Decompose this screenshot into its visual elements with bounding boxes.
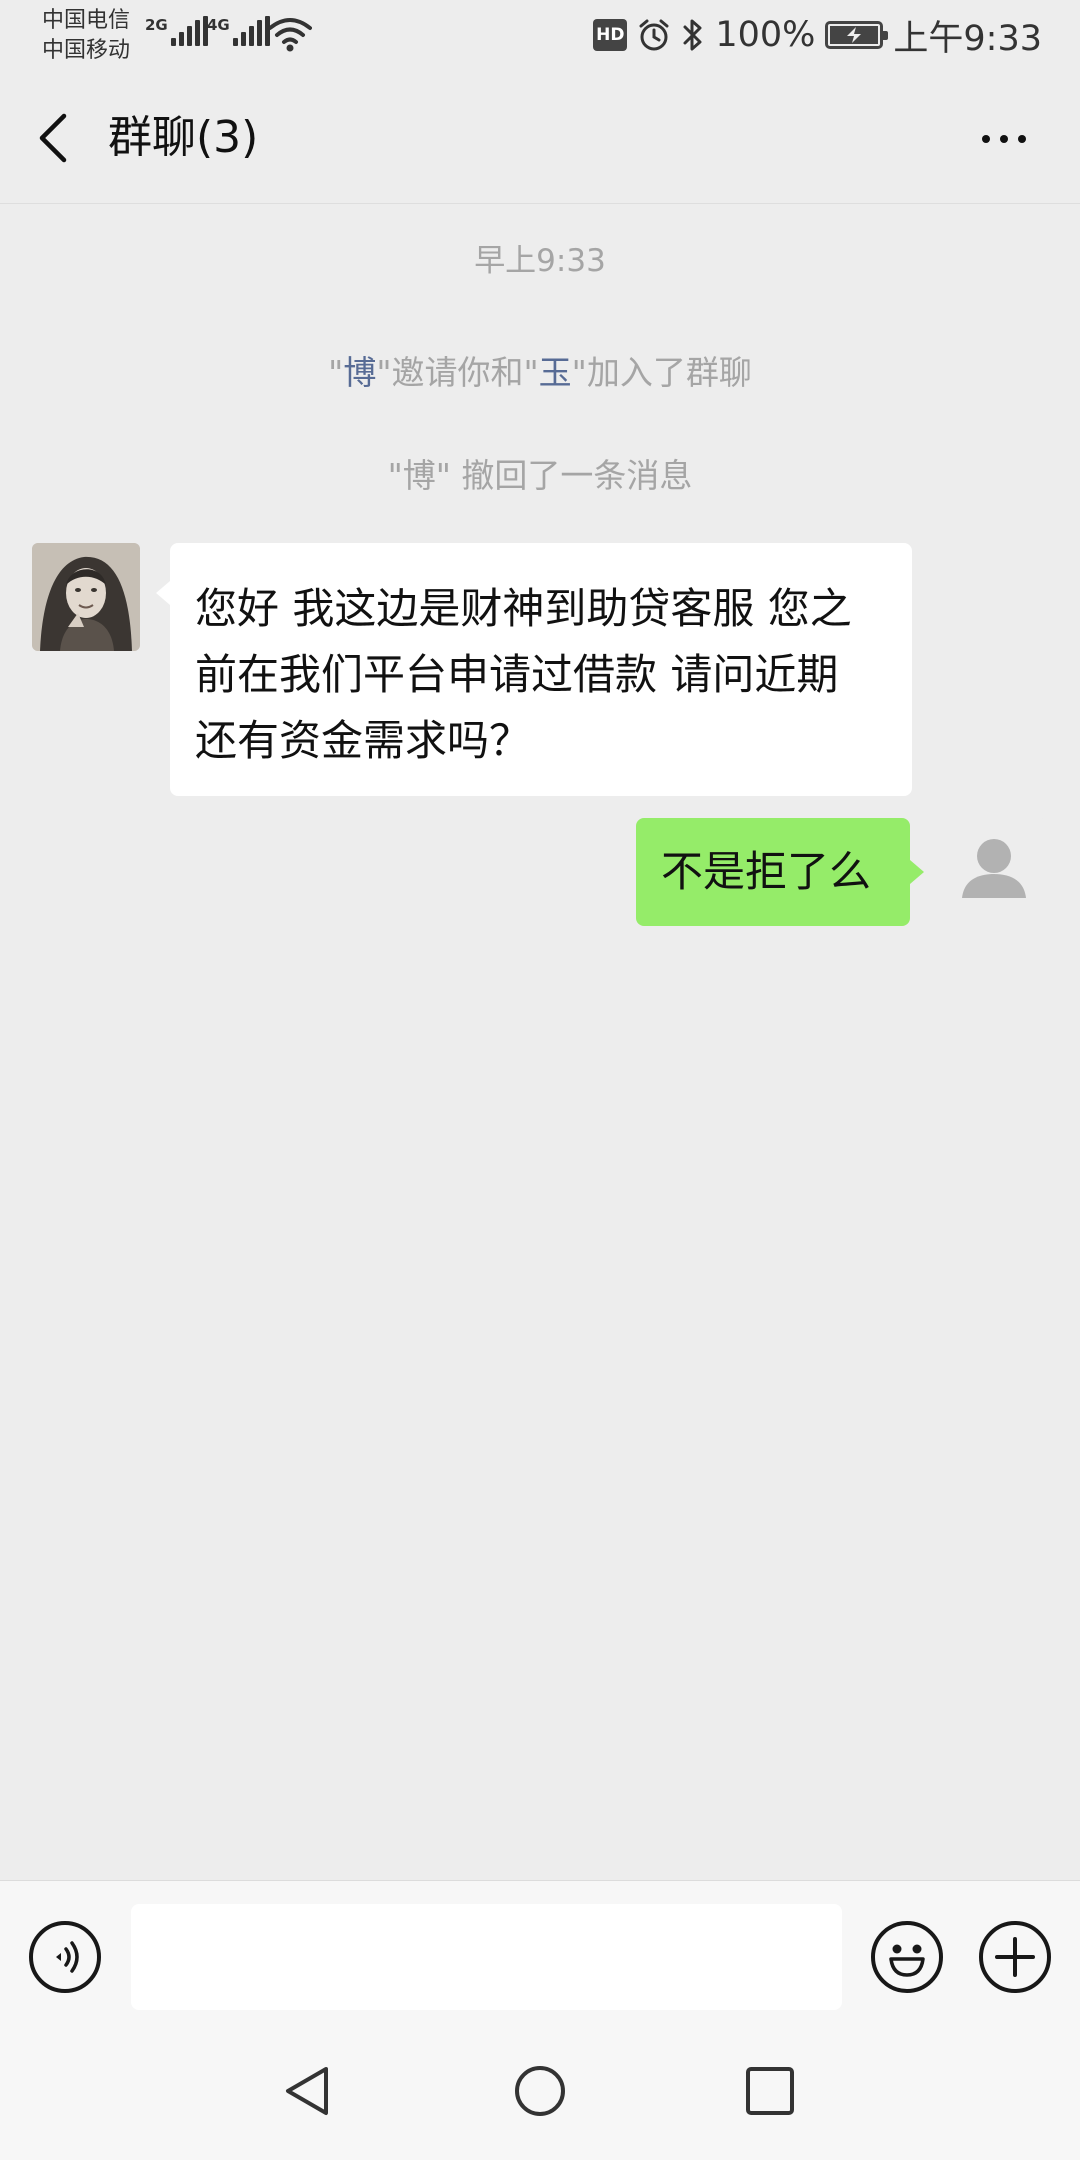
back-button[interactable]	[30, 110, 80, 166]
hd-badge: HD	[593, 19, 628, 51]
sender-avatar[interactable]	[32, 543, 140, 651]
default-user-icon	[940, 818, 1048, 926]
message-input[interactable]	[131, 1904, 842, 2010]
charging-icon	[847, 27, 862, 43]
more-options-button[interactable]	[968, 114, 1040, 164]
message-line: 还有资金需求吗？	[195, 716, 532, 765]
input-bar	[0, 1880, 1080, 2015]
sent-message-bubble[interactable]: 不是拒了么	[636, 818, 924, 926]
message-text: 不是拒了么	[661, 847, 872, 896]
message-line: 您好 我这边是财神到助贷客服 您之	[195, 584, 852, 633]
battery-icon	[825, 21, 889, 49]
chat-header: 群聊(3)	[0, 70, 1080, 204]
status-bar: 中国电信 中国移动 2G 4G HD 100% 上午9:33	[0, 0, 1080, 70]
nav-home-button[interactable]	[512, 2063, 568, 2119]
emoji-button[interactable]	[871, 1921, 943, 1993]
chat-timestamp: 早上9:33	[474, 243, 606, 279]
wifi-icon	[268, 18, 312, 52]
signal-group-1: 2G	[145, 16, 208, 46]
voice-button[interactable]	[29, 1921, 101, 1993]
invite-notice: "博"邀请你和"玉"加入了群聊	[328, 353, 752, 392]
received-message-bubble[interactable]: 您好 我这边是财神到助贷客服 您之 前在我们平台申请过借款 请问近期 还有资金需…	[156, 543, 912, 796]
carrier-2: 中国移动	[42, 38, 131, 63]
bluetooth-icon	[683, 19, 702, 51]
alarm-icon	[639, 19, 669, 51]
status-right: HD 100% 上午9:33	[593, 10, 1042, 60]
message-line: 前在我们平台申请过借款 请问近期	[195, 650, 839, 699]
more-functions-button[interactable]	[979, 1921, 1051, 1993]
inviter-name-link[interactable]: 博	[343, 353, 376, 392]
clock: 上午9:33	[893, 18, 1042, 59]
network-type-2: 4G	[207, 16, 230, 34]
signal-icon	[170, 16, 208, 46]
signal-icon	[232, 16, 270, 46]
chat-title: 群聊(3)	[108, 112, 259, 163]
carrier-1: 中国电信	[42, 8, 131, 33]
recall-notice: "博" 撤回了一条消息	[387, 456, 693, 495]
carrier-info: 中国电信 中国移动	[42, 6, 130, 66]
invitee-name-link[interactable]: 玉	[539, 353, 572, 392]
nav-back-button[interactable]	[280, 2063, 336, 2119]
network-type-1: 2G	[145, 16, 168, 34]
emoji-icon	[889, 1944, 925, 1977]
signal-group-2: 4G	[207, 16, 270, 46]
system-nav-bar	[0, 2015, 1080, 2160]
nav-recents-button[interactable]	[742, 2063, 798, 2119]
my-avatar[interactable]	[940, 818, 1048, 926]
more-dots-icon	[982, 135, 990, 143]
battery-percent: 100%	[715, 15, 816, 55]
voice-icon	[56, 1941, 79, 1973]
plus-icon	[995, 1937, 1035, 1977]
avatar-portrait-image	[32, 543, 140, 651]
